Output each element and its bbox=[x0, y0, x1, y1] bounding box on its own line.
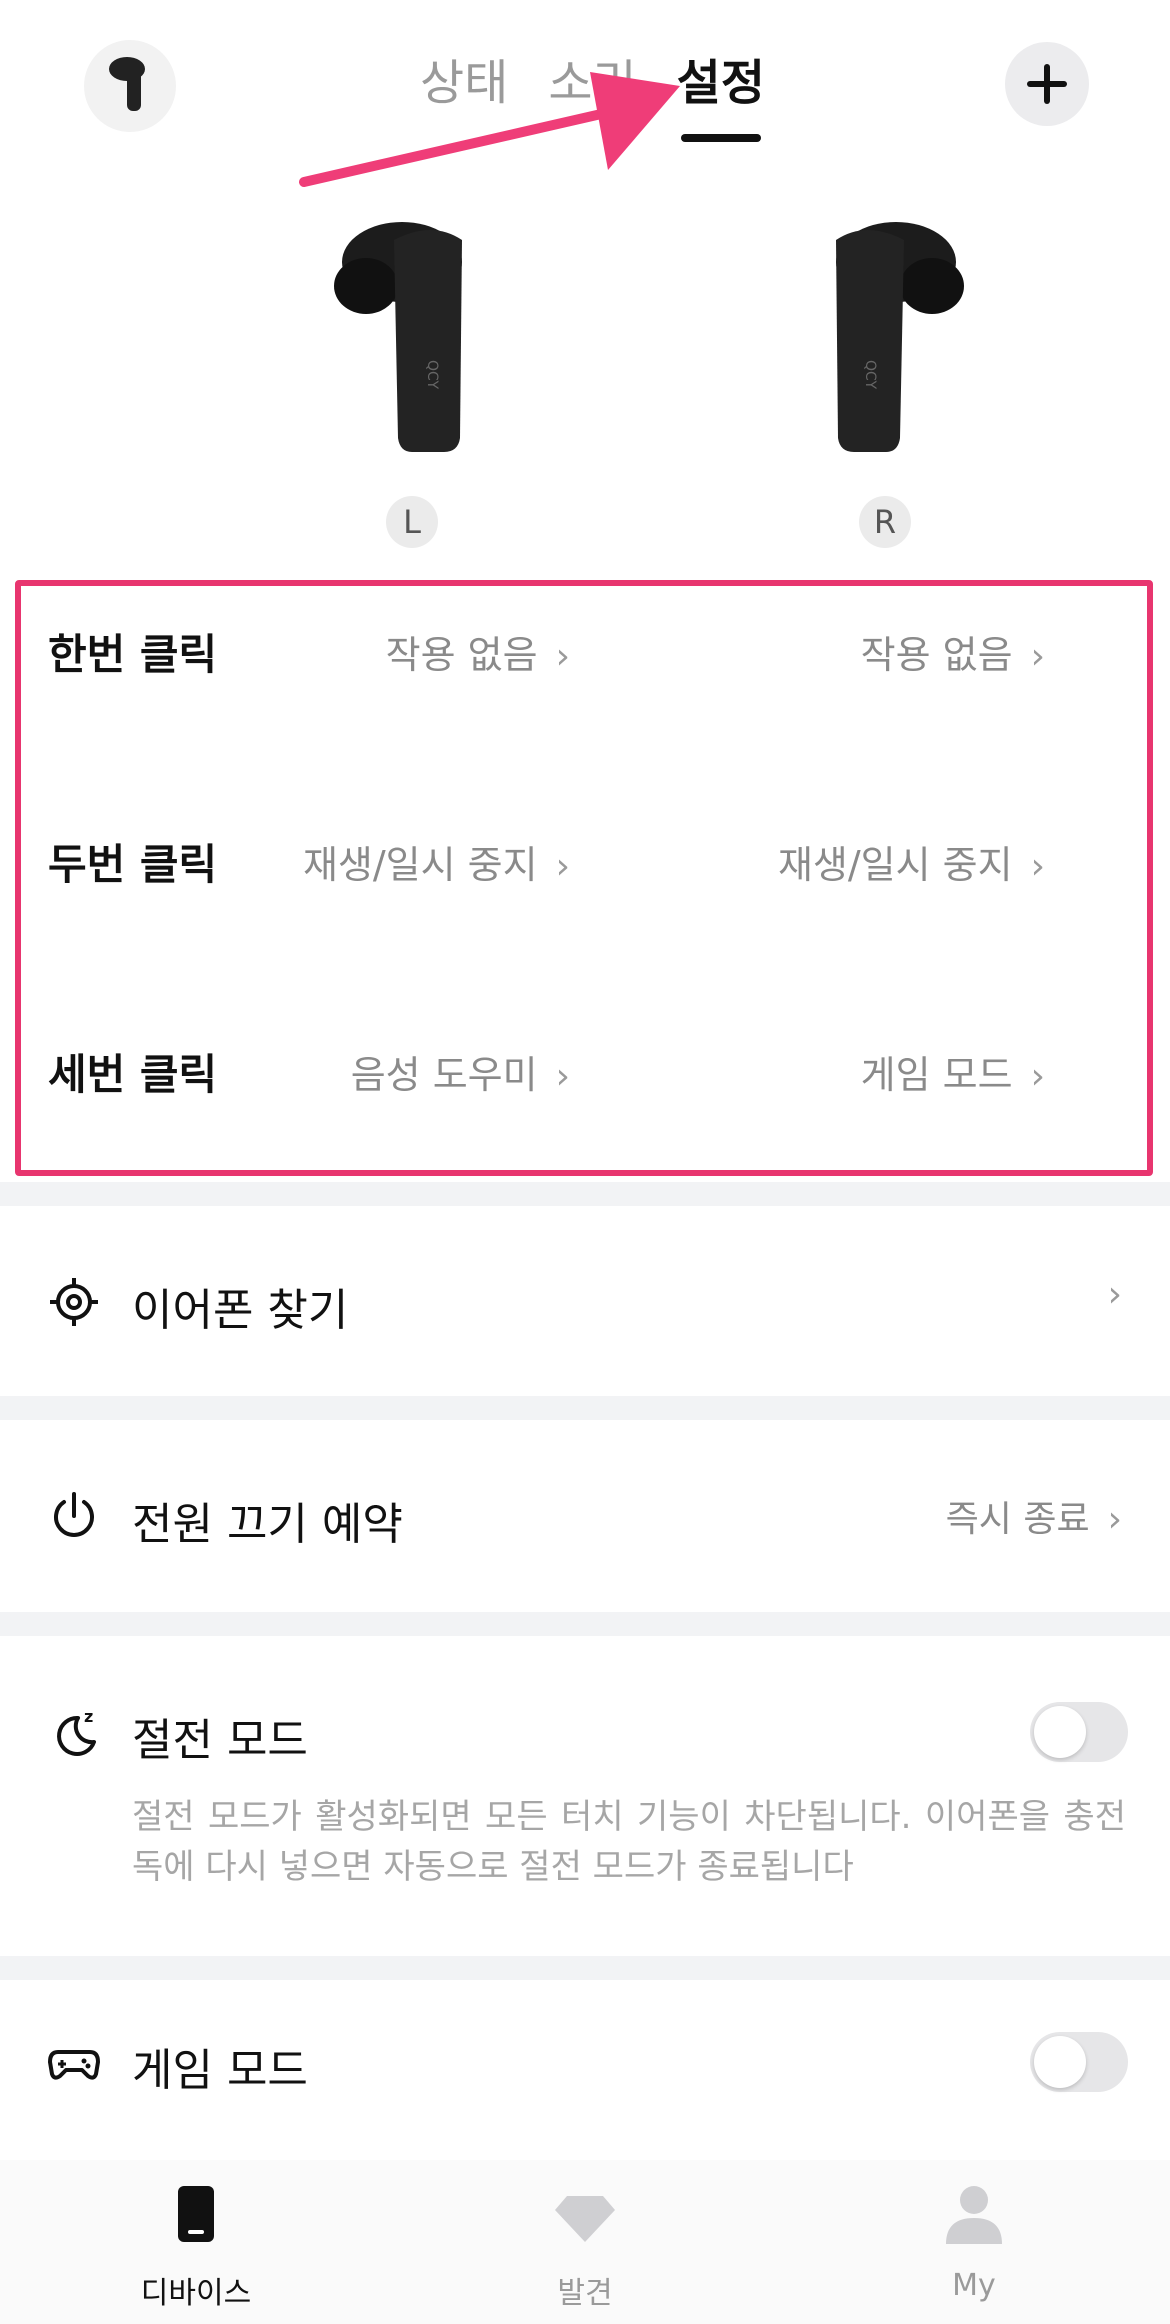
toggle-knob bbox=[1034, 2036, 1086, 2088]
double-click-left-text: 재생/일시 중지 bbox=[302, 843, 538, 887]
power-saving-description: 절전 모드가 활성화되면 모든 터치 기능이 차단됩니다. 이어폰을 충전독에 … bbox=[132, 1797, 1126, 1887]
svg-text:QCY: QCY bbox=[424, 360, 440, 390]
single-click-row: 한번 클릭 작용 없음 › 작용 없음 › bbox=[0, 610, 1170, 700]
triple-click-left-text: 음성 도우미 bbox=[350, 1053, 538, 1097]
earbud-thumbnail-icon bbox=[109, 57, 145, 111]
game-mode-toggle[interactable] bbox=[1030, 2032, 1128, 2092]
toggle-knob bbox=[1034, 1706, 1086, 1758]
target-icon bbox=[50, 1278, 98, 1326]
tab-settings[interactable]: 설정 bbox=[677, 48, 765, 142]
moon-sleep-icon: z bbox=[57, 1707, 96, 1756]
game-mode-row: 게임 모드 bbox=[0, 1980, 1170, 2160]
single-click-label: 한번 클릭 bbox=[48, 630, 218, 679]
tab-sound[interactable]: 소리 bbox=[548, 48, 636, 118]
chevron-right-icon: › bbox=[555, 846, 570, 887]
tab-status[interactable]: 상태 bbox=[420, 48, 508, 118]
section-divider bbox=[0, 1396, 1170, 1420]
single-click-left-value[interactable]: 작용 없음 › bbox=[386, 610, 570, 702]
right-earbud-badge: R bbox=[859, 496, 911, 548]
nav-my-label: My bbox=[952, 2268, 996, 2303]
gamepad-icon bbox=[48, 2050, 100, 2080]
single-click-right-text: 작용 없음 bbox=[860, 633, 1013, 677]
double-click-right-value[interactable]: 재생/일시 중지 › bbox=[778, 820, 1045, 912]
nav-device-label: 디바이스 bbox=[140, 2276, 252, 2311]
find-earphones-title: 이어폰 찾기 bbox=[132, 1285, 349, 1336]
left-earbud-badge: L bbox=[386, 496, 438, 548]
bottom-navigation: 디바이스 발견 My bbox=[0, 2160, 1170, 2324]
chevron-right-icon: › bbox=[1107, 1499, 1122, 1540]
chevron-right-icon: › bbox=[1030, 1056, 1045, 1097]
earbuds-illustration: QCY QCY L R bbox=[0, 200, 1170, 560]
chevron-right-icon: › bbox=[555, 636, 570, 677]
diamond-icon bbox=[555, 2196, 615, 2242]
triple-click-right-value[interactable]: 게임 모드 › bbox=[861, 1030, 1045, 1122]
chevron-right-icon: › bbox=[1030, 636, 1045, 677]
double-click-left-value[interactable]: 재생/일시 중지 › bbox=[303, 820, 570, 912]
header: 상태 소리 설정 bbox=[0, 0, 1170, 170]
section-divider bbox=[0, 1956, 1170, 1980]
find-earphones-row[interactable]: 이어폰 찾기 › bbox=[0, 1206, 1170, 1396]
double-click-right-text: 재생/일시 중지 bbox=[777, 843, 1013, 887]
section-divider bbox=[0, 1612, 1170, 1636]
section-divider bbox=[0, 1182, 1170, 1206]
nav-device[interactable]: 디바이스 bbox=[96, 2182, 296, 2312]
single-click-right-value[interactable]: 작용 없음 › bbox=[861, 610, 1045, 702]
chevron-right-icon: › bbox=[1030, 846, 1045, 887]
left-earbud-image: QCY bbox=[334, 222, 462, 452]
svg-text:z: z bbox=[84, 1707, 93, 1726]
device-avatar[interactable] bbox=[84, 40, 176, 132]
single-click-left-text: 작용 없음 bbox=[385, 633, 538, 677]
nav-my[interactable]: My bbox=[874, 2182, 1074, 2312]
triple-click-right-text: 게임 모드 bbox=[860, 1053, 1013, 1097]
nav-discover[interactable]: 발견 bbox=[485, 2182, 685, 2312]
tab-bar: 상태 소리 설정 bbox=[420, 48, 765, 148]
game-mode-title: 게임 모드 bbox=[132, 2045, 308, 2096]
power-saving-title: 절전 모드 bbox=[132, 1715, 308, 1766]
chevron-right-icon: › bbox=[1107, 1274, 1122, 1315]
user-icon bbox=[946, 2186, 1002, 2244]
right-earbud-image: QCY bbox=[836, 222, 964, 452]
chevron-right-icon: › bbox=[555, 1056, 570, 1097]
power-saving-toggle[interactable] bbox=[1030, 1702, 1128, 1762]
svg-text:QCY: QCY bbox=[862, 360, 878, 390]
add-device-button[interactable] bbox=[1005, 42, 1089, 126]
device-icon bbox=[178, 2186, 214, 2242]
power-off-schedule-title: 전원 끄기 예약 bbox=[132, 1499, 403, 1550]
triple-click-left-value[interactable]: 음성 도우미 › bbox=[351, 1030, 570, 1122]
power-icon bbox=[54, 1492, 94, 1537]
power-off-schedule-value-text: 즉시 종료 bbox=[945, 1499, 1090, 1540]
triple-click-row: 세번 클릭 음성 도우미 › 게임 모드 › bbox=[0, 1030, 1170, 1120]
nav-discover-label: 발견 bbox=[557, 2276, 613, 2311]
plus-icon bbox=[1027, 64, 1067, 104]
triple-click-label: 세번 클릭 bbox=[48, 1050, 218, 1099]
double-click-label: 두번 클릭 bbox=[48, 840, 218, 889]
power-saving-row: z 절전 모드 절전 모드가 활성화되면 모든 터치 기능이 차단됩니다. 이어… bbox=[0, 1636, 1170, 1956]
power-off-schedule-value[interactable]: 즉시 종료 › bbox=[946, 1490, 1122, 1542]
power-off-schedule-row[interactable]: 전원 끄기 예약 즉시 종료 › bbox=[0, 1420, 1170, 1612]
double-click-row: 두번 클릭 재생/일시 중지 › 재생/일시 중지 › bbox=[0, 820, 1170, 910]
